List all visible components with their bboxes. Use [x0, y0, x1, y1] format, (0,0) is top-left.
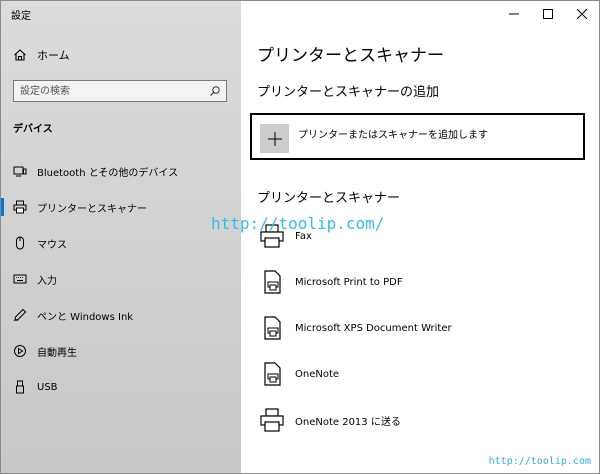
sidebar-item-label: プリンターとスキャナー — [37, 203, 147, 215]
sidebar-item-label: 自動再生 — [37, 347, 77, 359]
search-icon[interactable] — [209, 85, 221, 97]
printer-list: Fax Microsoft Print to PDF Microsoft XPS… — [259, 213, 579, 443]
sidebar-item-label: マウス — [37, 239, 67, 251]
printer-name: OneNote — [295, 368, 340, 380]
home-icon — [14, 49, 26, 61]
add-section-title: プリンターとスキャナーの追加 — [257, 85, 440, 100]
document-printer-icon — [264, 362, 281, 386]
sidebar-item-pen[interactable]: ペンと Windows Ink — [1, 297, 241, 333]
printer-item-onenote-2013[interactable]: OneNote 2013 に送る — [259, 397, 579, 443]
document-printer-icon — [264, 316, 281, 340]
printers-list-title: プリンターとスキャナー — [257, 191, 401, 206]
printer-device-icon — [260, 408, 284, 432]
search-box[interactable] — [13, 80, 227, 102]
page-title: プリンターとスキャナー — [257, 46, 444, 66]
sidebar-item-printers[interactable]: プリンターとスキャナー — [1, 189, 241, 225]
autoplay-icon — [14, 345, 26, 357]
close-button[interactable] — [565, 1, 599, 27]
home-label: ホーム — [37, 49, 70, 62]
home-nav-item[interactable]: ホーム — [13, 47, 70, 63]
printer-name: OneNote 2013 に送る — [295, 416, 401, 428]
add-printer-button[interactable]: プリンターまたはスキャナーを追加します — [250, 113, 585, 160]
printer-name: Microsoft XPS Document Writer — [295, 322, 452, 334]
keyboard-icon — [13, 274, 27, 284]
settings-window: 設定 ホーム デバイス Bluetooth とそ — [0, 0, 600, 474]
minimize-button[interactable] — [497, 1, 531, 27]
main-content: プリンターとスキャナー プリンターとスキャナーの追加 プリンターまたはスキャナー… — [241, 1, 599, 473]
caption-buttons — [497, 1, 599, 27]
minimize-icon — [509, 13, 519, 15]
maximize-button[interactable] — [531, 1, 565, 27]
sidebar-item-label: USB — [37, 381, 58, 393]
pen-icon — [13, 308, 27, 322]
printer-name: Microsoft Print to PDF — [295, 276, 403, 288]
section-label-devices: デバイス — [13, 124, 53, 135]
sidebar-item-mouse[interactable]: マウス — [1, 225, 241, 261]
add-printer-label: プリンターまたはスキャナーを追加します — [298, 130, 488, 141]
sidebar-item-label: ペンと Windows Ink — [37, 311, 134, 323]
usb-icon — [16, 380, 24, 394]
sidebar-item-autoplay[interactable]: 自動再生 — [1, 333, 241, 369]
sidebar: 設定 ホーム デバイス Bluetooth とそ — [1, 1, 241, 473]
close-icon — [577, 9, 587, 19]
bluetooth-device-icon — [13, 166, 27, 177]
search-input[interactable] — [20, 83, 200, 99]
maximize-icon — [543, 9, 553, 19]
sidebar-item-label: 入力 — [37, 275, 57, 287]
plus-icon — [267, 131, 282, 146]
printer-item-onenote[interactable]: OneNote — [259, 351, 579, 397]
sidebar-item-input[interactable]: 入力 — [1, 261, 241, 297]
mouse-icon — [16, 236, 24, 250]
sidebar-item-usb[interactable]: USB — [1, 369, 241, 405]
sidebar-nav: Bluetooth とその他のデバイス プリンターとスキャナー マウス 入力 ペ… — [1, 153, 241, 405]
printer-icon — [13, 200, 27, 214]
plus-tile — [260, 124, 289, 153]
watermark-text: http://toolip.com/ — [211, 214, 385, 233]
app-title: 設定 — [11, 11, 31, 22]
printer-item-print-to-pdf[interactable]: Microsoft Print to PDF — [259, 259, 579, 305]
watermark-small-text: http://toolip.com — [488, 456, 591, 467]
document-printer-icon — [264, 270, 281, 294]
printer-item-xps-writer[interactable]: Microsoft XPS Document Writer — [259, 305, 579, 351]
sidebar-item-label: Bluetooth とその他のデバイス — [37, 167, 179, 179]
sidebar-item-bluetooth[interactable]: Bluetooth とその他のデバイス — [1, 153, 241, 189]
